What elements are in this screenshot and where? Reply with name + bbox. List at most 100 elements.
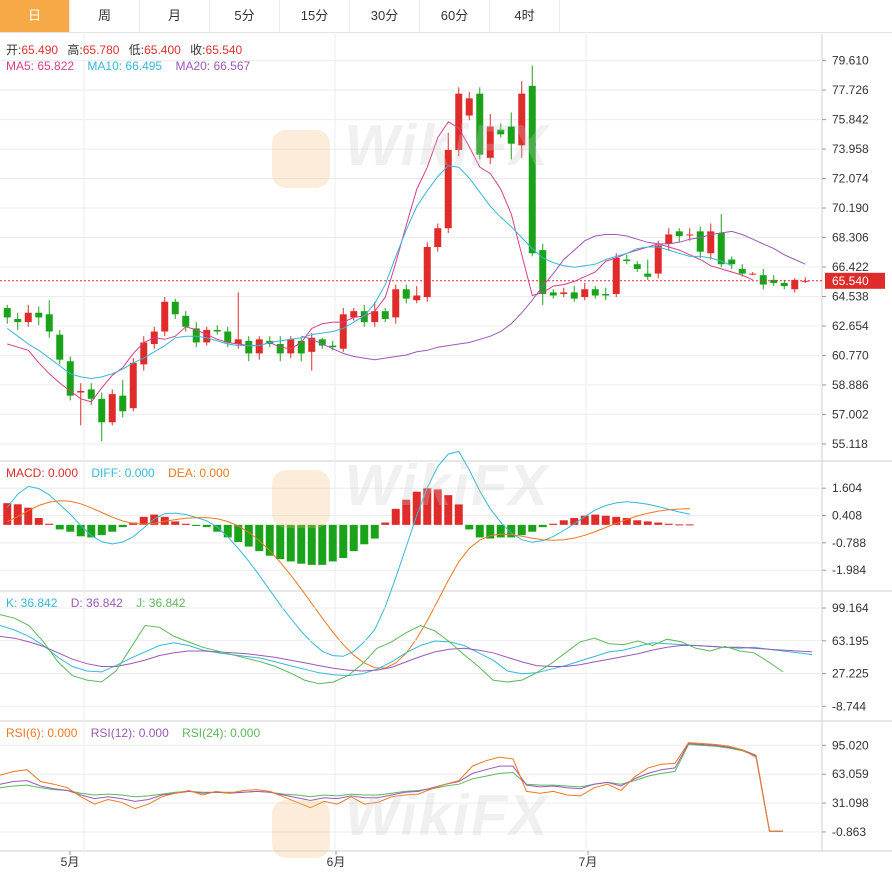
open-label: 开: (6, 43, 22, 57)
kline-chart: 79.610 77.726 75.842 73.958 72.074 70.190 68.3… (0, 34, 892, 869)
macd-bar (591, 514, 600, 525)
macd-bar (66, 524, 75, 532)
macd-bar (433, 489, 442, 525)
candle-body (581, 289, 589, 298)
candle-body (339, 314, 347, 349)
candle-body (644, 273, 652, 277)
x-tick-label: 6月 (327, 855, 346, 869)
candle-body (738, 268, 746, 274)
y-tick-label: 63.059 (832, 767, 869, 781)
candle-body (654, 245, 662, 274)
macd-bar (391, 508, 400, 525)
macd-bar (339, 524, 348, 558)
macd-bar (496, 524, 505, 538)
macd-bar (517, 524, 526, 536)
candle-body (665, 234, 673, 244)
candle-body (507, 126, 515, 144)
open-value: 65.490 (21, 43, 59, 57)
candle-body (129, 362, 137, 409)
x-tick-label: 7月 (579, 855, 598, 869)
candle-body (14, 318, 22, 323)
macd-bar (45, 523, 54, 525)
candle-body (245, 340, 253, 354)
y-tick-label: 64.538 (832, 289, 869, 303)
candle-body (675, 231, 683, 237)
candle-body (602, 293, 610, 296)
candle-body (87, 389, 95, 399)
candle-body (728, 259, 736, 265)
j-label: J: 36.842 (136, 596, 186, 610)
y-tick-label: 66.422 (832, 260, 869, 274)
y-tick-label: -0.788 (832, 536, 866, 550)
macd-bar (76, 524, 85, 537)
macd-bar (402, 499, 411, 525)
y-tick-label: 62.654 (832, 319, 869, 333)
candle-body (213, 329, 221, 332)
rsi-legend: RSI(6): 0.000 RSI(12): 0.000 RSI(24): 0.… (6, 726, 270, 740)
candle-body (392, 289, 400, 318)
close-label: 收: (190, 43, 206, 57)
y-tick-label: 55.118 (832, 437, 868, 451)
y-tick-label: 57.002 (832, 407, 869, 421)
candle-body (749, 273, 757, 275)
macd-bar (370, 524, 379, 539)
candle-body (119, 395, 127, 412)
candle-body (402, 289, 410, 299)
y-tick-label: 68.306 (832, 231, 869, 245)
close-value: 65.540 (205, 43, 243, 57)
macd-bar (664, 523, 673, 525)
candle-body (287, 339, 295, 354)
dea-label: DEA: 0.000 (168, 466, 230, 480)
macd-bar (244, 524, 253, 547)
y-tick-label: 70.190 (832, 201, 869, 215)
candle-body (686, 234, 694, 236)
macd-bar (444, 495, 453, 525)
x-tick-label: 5月 (61, 855, 80, 869)
candle-body (465, 98, 473, 116)
ma5-line (7, 121, 754, 403)
candle-body (3, 308, 11, 318)
macd-bar (3, 503, 12, 525)
macd-bar (559, 520, 568, 525)
rsi24-label: RSI(24): 0.000 (182, 726, 261, 740)
y-tick-label: 58.886 (832, 378, 869, 392)
y-tick-label: 79.610 (832, 54, 869, 68)
macd-bar (97, 524, 106, 536)
macd-bar (349, 524, 358, 552)
kdj-legend: K: 36.842 D: 36.842 J: 36.842 (6, 596, 195, 610)
macd-bar (538, 524, 547, 528)
candle-body (35, 312, 43, 318)
y-tick-label: 1.604 (832, 481, 862, 495)
ma20-label: MA20: 66.567 (175, 59, 251, 73)
y-tick-label: -1.984 (832, 563, 866, 577)
macd-bar (528, 524, 537, 532)
candle-body (434, 228, 442, 247)
macd-bar (108, 524, 117, 532)
y-tick-label: -8.744 (832, 699, 866, 713)
candle-body (623, 259, 631, 262)
y-tick-label: 31.098 (832, 796, 869, 810)
candle-body (329, 345, 337, 348)
y-tick-label: 27.225 (832, 667, 869, 681)
macd-bar (297, 524, 306, 564)
candle-body (560, 292, 568, 294)
ma10-label: MA10: 66.495 (87, 59, 163, 73)
candle-body (45, 314, 53, 332)
candle-body (476, 93, 484, 155)
candle-body (633, 264, 641, 269)
candle-body (381, 311, 389, 319)
candle-body (497, 129, 505, 135)
macd-legend: MACD: 0.000 DIFF: 0.000 DEA: 0.000 (6, 466, 239, 480)
candle-body (108, 394, 116, 423)
candle-body (56, 334, 64, 360)
candle-body (182, 315, 190, 327)
macd-bar (34, 518, 43, 525)
y-tick-label: 63.195 (832, 634, 869, 648)
diff-label: DIFF: 0.000 (91, 466, 155, 480)
candle-body (549, 292, 557, 296)
candle-body (444, 149, 452, 229)
macd-label: MACD: 0.000 (6, 466, 79, 480)
candle-body (696, 231, 704, 252)
candle-body (413, 295, 421, 301)
candle-body (759, 275, 767, 285)
